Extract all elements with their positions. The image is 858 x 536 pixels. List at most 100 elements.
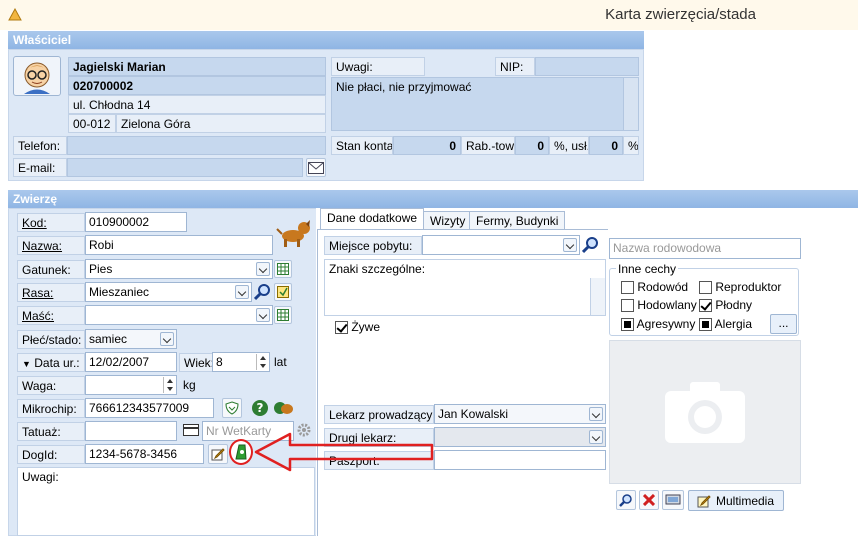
chevron-down-icon[interactable] [160,332,174,346]
sex-select[interactable]: samiec [85,329,177,349]
name-label: Nazwa: [17,236,85,255]
tab-wizyty[interactable]: Wizyty [423,211,473,230]
animal-section-title: Zwierzę [8,190,858,208]
discount-goods-value[interactable]: 0 [515,136,549,155]
edit-icon[interactable] [208,444,228,464]
chevron-down-icon[interactable] [235,285,249,299]
residence-search-icon[interactable] [581,236,600,254]
email-label: E-mail: [13,158,67,177]
discount-services-value[interactable]: 0 [589,136,623,155]
pedigree-name-field[interactable]: Nazwa rodowodowa [609,238,801,259]
age-unit: lat [274,355,287,369]
code-field[interactable]: 010900002 [85,212,187,232]
breed-value: Mieszaniec [89,285,150,299]
marks-box[interactable]: Znaki szczególne: [324,259,606,316]
species-label: Gatunek: [17,260,85,279]
email-field[interactable] [67,158,303,177]
code-label: Kod: [17,213,85,232]
more-traits-button[interactable]: ... [770,314,797,334]
notes-scrollbar[interactable] [623,78,638,130]
color-grid-icon[interactable] [274,306,292,324]
camera-icon [665,382,745,443]
passport-field[interactable] [434,450,606,470]
pct2-label: % [623,136,639,155]
sex-label: Płeć/stado: [17,330,85,349]
chevron-down-icon[interactable] [589,430,603,444]
tab-fermy-budynki[interactable]: Fermy, Budynki [469,211,566,230]
phone-field[interactable] [67,136,326,155]
help-icon[interactable]: ? [250,398,270,418]
name-field[interactable]: Robi [85,235,273,255]
chevron-down-icon[interactable] [256,262,270,276]
trait-pedigree-checkbox[interactable]: Rodowód [621,280,688,295]
scanner-icon[interactable] [662,490,684,510]
email-send-icon[interactable] [306,158,326,177]
window-title: Karta zwierzęcia/stada [605,6,756,23]
tattoo-field[interactable] [85,421,177,441]
animal-notes-label: Uwagi: [22,470,59,484]
weight-label: Waga: [17,376,85,395]
trait-allergy-checkbox[interactable]: Alergia [699,317,752,332]
owner-notes-field[interactable]: Nie płaci, nie przyjmować [331,77,639,131]
dog-icon [276,218,312,248]
traits-title: Inne cechy [616,262,679,276]
animal-notes-box[interactable]: Uwagi: [17,467,315,536]
weight-spinner[interactable] [163,377,175,393]
trait-fertile-checkbox[interactable]: Płodny [699,298,752,313]
dob-label[interactable]: ▼ Data ur.: [17,353,85,372]
card-icon[interactable] [183,424,199,438]
residence-select[interactable] [422,235,580,255]
marks-label: Znaki szczególne: [329,262,426,276]
pct-label: %, usł.: [549,136,589,155]
trait-hodowlany-checkbox[interactable]: Hodowlany [621,298,697,313]
nip-label: NIP: [495,57,535,76]
multimedia-edit-icon [697,494,711,507]
annotation-arrow [254,432,434,472]
weight-field[interactable] [85,375,177,395]
phone-label: Telefon: [13,136,67,155]
weight-unit: kg [183,378,196,392]
photo-placeholder[interactable] [609,340,801,484]
residence-label: Miejsce pobytu: [324,236,422,255]
discount-goods-label: Rab.-tow. [461,136,515,155]
chip-field[interactable]: 766612343577009 [85,398,214,418]
breed-search-icon[interactable] [253,283,272,301]
color-select[interactable] [85,305,273,325]
dob-field[interactable]: 12/02/2007 [85,352,177,372]
species-value: Pies [89,262,113,276]
vet2-select[interactable] [434,427,606,447]
photo-search-icon[interactable] [616,490,636,510]
app-icon [8,7,22,21]
shield-icon[interactable] [222,398,242,418]
nip-value[interactable] [535,57,639,76]
owner-notes-text: Nie płaci, nie przyjmować [336,80,472,94]
vet-select[interactable]: Jan Kowalski [434,404,606,424]
dogid-label: DogId: [17,445,85,464]
alive-checkbox[interactable]: Żywe [335,320,380,335]
avatar[interactable] [13,56,61,96]
owner-section-title: Właściciel [8,31,644,49]
dogid-field[interactable]: 1234-5678-3456 [85,444,204,464]
marks-scrollbar[interactable] [590,278,605,315]
chevron-down-icon[interactable] [589,407,603,421]
tab-dane-dodatkowe[interactable]: Dane dodatkowe [320,208,425,229]
owner-postal: 00-012 [68,114,116,133]
owner-city: Zielona Góra [116,114,326,133]
species-select[interactable]: Pies [85,259,273,279]
chip-label: Mikrochip: [17,399,85,418]
lookup-icon[interactable] [272,398,294,418]
delete-icon[interactable] [639,490,659,510]
breed-note-icon[interactable] [274,283,292,301]
owner-street: ul. Chłodna 14 [68,95,326,114]
chevron-down-icon[interactable] [563,238,577,252]
trait-aggressive-checkbox[interactable]: Agresywny [621,317,695,332]
chevron-down-icon[interactable] [256,308,270,322]
breed-select[interactable]: Mieszaniec [85,282,252,302]
age-field[interactable]: 8 [212,352,270,372]
species-grid-icon[interactable] [274,260,292,278]
owner-name: Jagielski Marian [68,57,326,76]
balance-label: Stan konta: [331,136,393,155]
age-spinner[interactable] [256,354,268,370]
multimedia-button[interactable]: Multimedia [688,490,784,511]
trait-breeder-checkbox[interactable]: Reproduktor [699,280,781,295]
